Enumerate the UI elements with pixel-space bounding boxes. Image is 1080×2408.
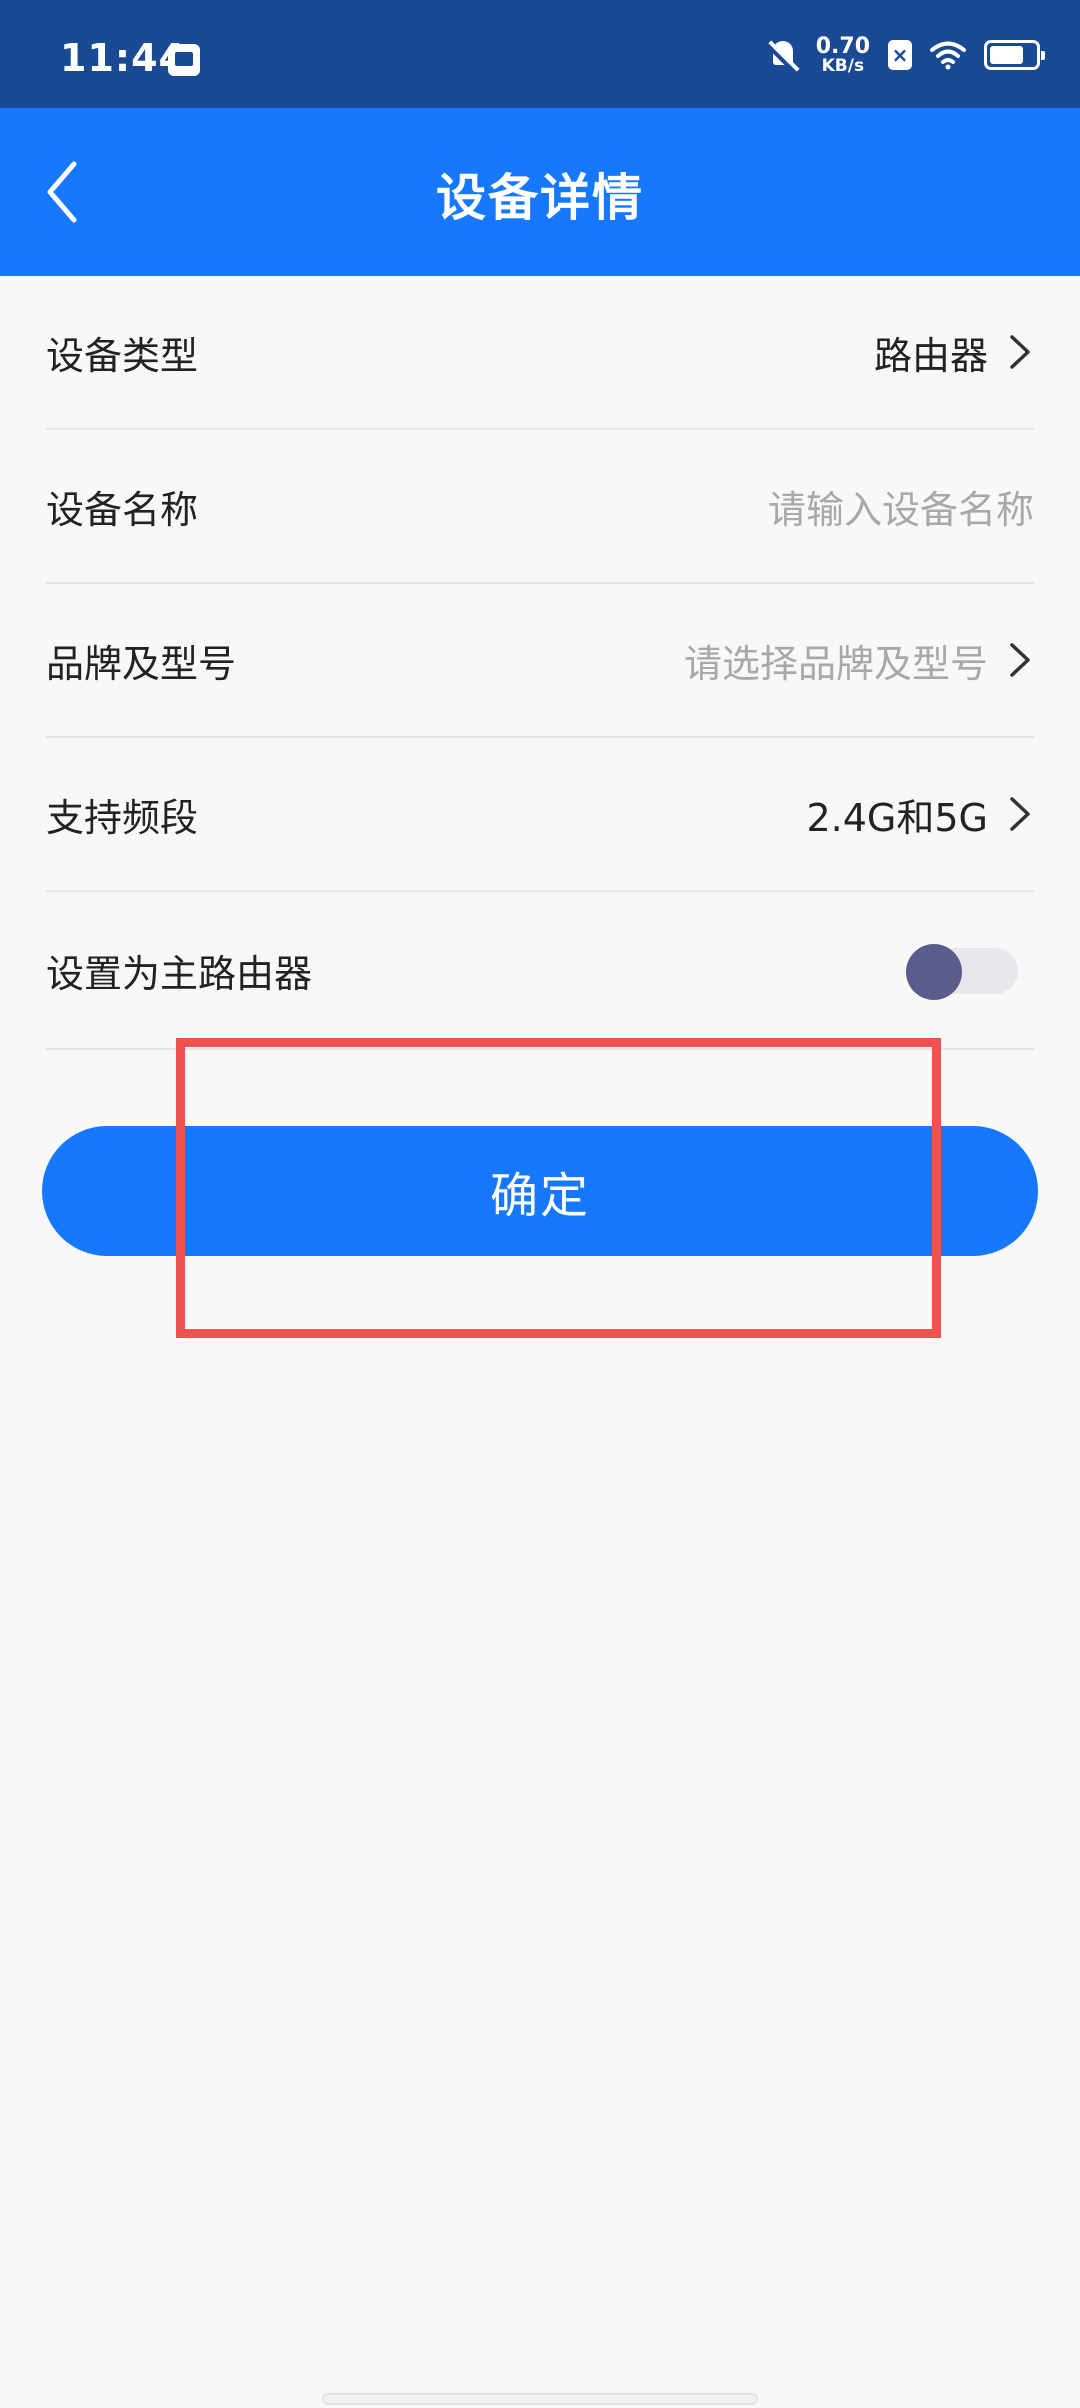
brand-model-label: 品牌及型号 xyxy=(46,641,237,686)
page-title: 设备详情 xyxy=(436,169,644,227)
battery-icon xyxy=(984,40,1045,70)
status-bar: 11:44 0.70 KB/s × xyxy=(0,0,1080,108)
device-form: 设备类型 路由器 设备名称 请输入设备名称 品牌及型号 请选择品牌及型号 支持频… xyxy=(0,276,1080,1050)
home-indicator[interactable] xyxy=(322,2393,758,2405)
band-value-area: 2.4G和5G xyxy=(806,787,1034,842)
device-type-value-area: 路由器 xyxy=(874,325,1034,380)
device-name-row: 设备名称 请输入设备名称 xyxy=(46,430,1034,584)
device-type-value: 路由器 xyxy=(873,333,988,378)
main-router-toggle[interactable] xyxy=(906,944,1018,1000)
network-speed: 0.70 KB/s xyxy=(815,33,870,76)
network-speed-value: 0.70 xyxy=(815,33,870,59)
screen: 11:44 0.70 KB/s × 设备详情 设备类型 路由器 设备名称 请输入… xyxy=(0,0,1080,2408)
app-bar: 设备详情 xyxy=(0,108,1080,276)
chevron-right-icon xyxy=(1010,643,1030,677)
wifi-icon xyxy=(930,41,966,70)
highlight-box xyxy=(176,1038,941,1338)
band-value: 2.4G和5G xyxy=(806,795,988,840)
chevron-right-icon xyxy=(1010,335,1030,369)
main-router-label: 设置为主路由器 xyxy=(46,951,313,996)
bell-muted-icon xyxy=(768,38,798,72)
brand-model-placeholder: 请选择品牌及型号 xyxy=(683,641,988,686)
calendar-icon xyxy=(168,44,200,76)
network-speed-unit: KB/s xyxy=(821,55,865,76)
device-name-label: 设备名称 xyxy=(46,487,199,532)
band-label: 支持频段 xyxy=(46,795,199,840)
chevron-right-icon xyxy=(1010,797,1030,831)
brand-model-value-area: 请选择品牌及型号 xyxy=(684,633,1034,688)
brand-model-row[interactable]: 品牌及型号 请选择品牌及型号 xyxy=(46,584,1034,738)
device-name-input[interactable]: 请输入设备名称 xyxy=(768,479,1034,534)
main-router-row: 设置为主路由器 xyxy=(46,892,1034,1050)
sim-x-icon: × xyxy=(888,40,912,70)
status-icons: 0.70 KB/s × xyxy=(768,30,1045,80)
device-type-label: 设备类型 xyxy=(46,333,199,378)
toggle-knob xyxy=(906,944,962,1000)
band-row[interactable]: 支持频段 2.4G和5G xyxy=(46,738,1034,892)
battery-fill xyxy=(990,46,1023,64)
device-type-row[interactable]: 设备类型 路由器 xyxy=(46,276,1034,430)
